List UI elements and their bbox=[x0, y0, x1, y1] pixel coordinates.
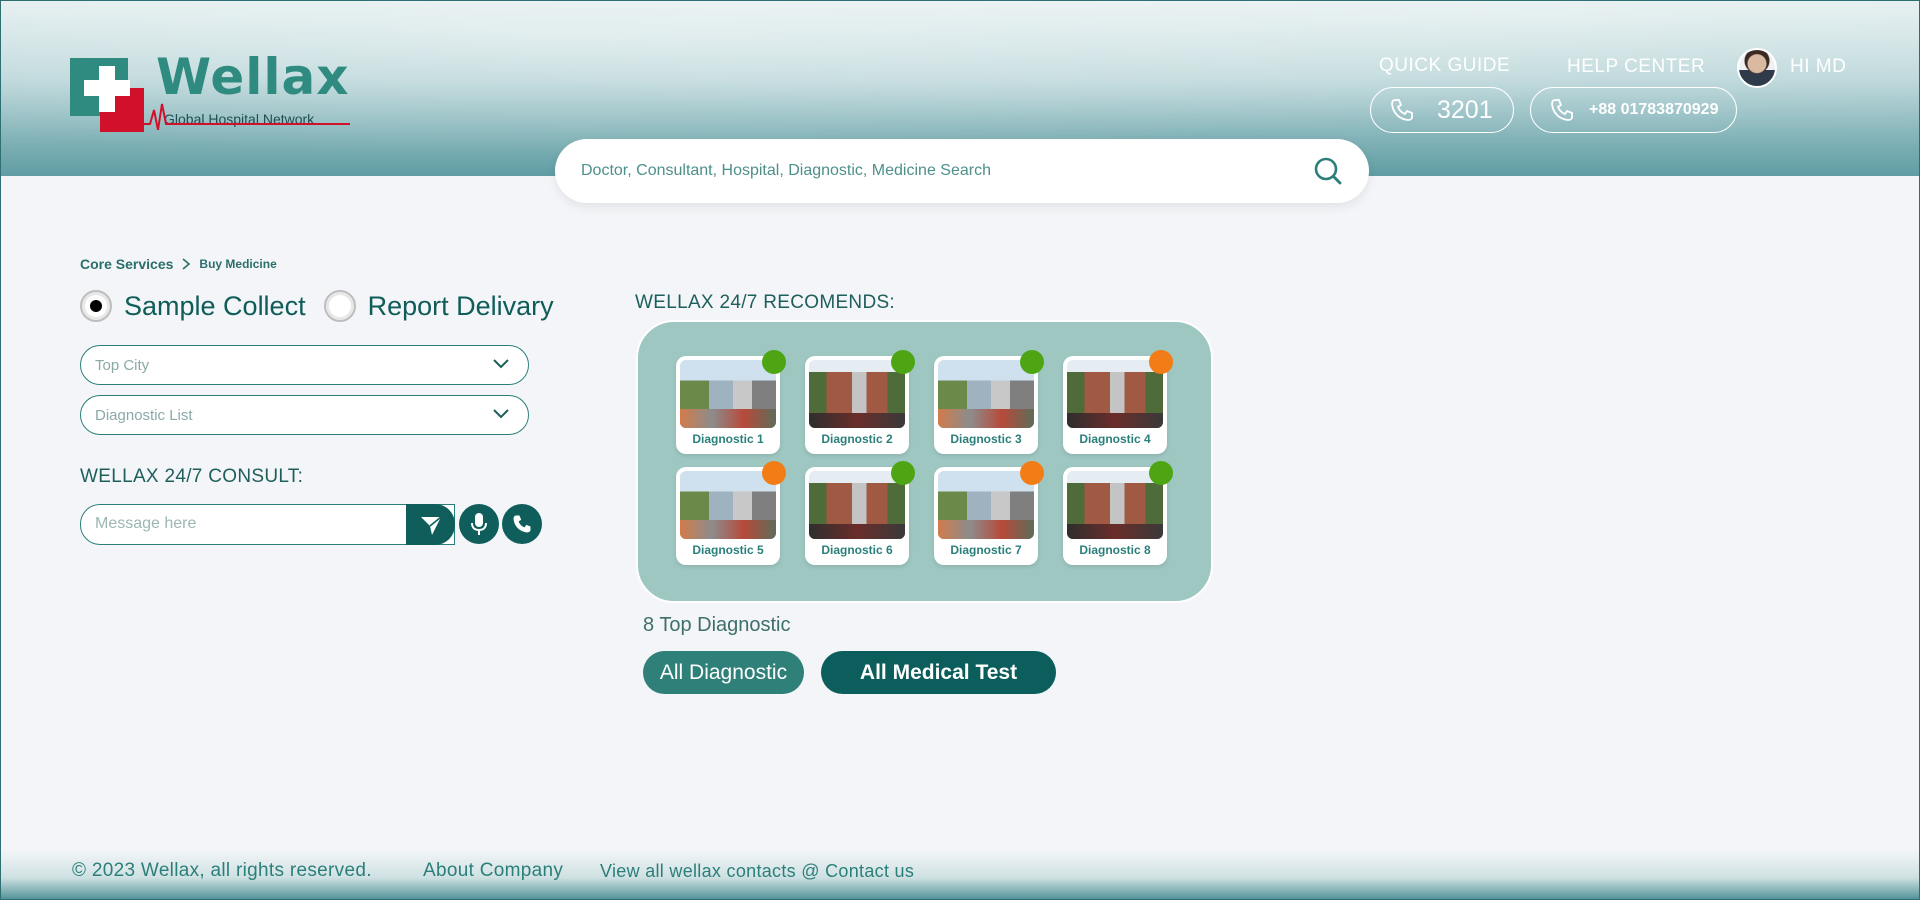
search-input[interactable] bbox=[581, 139, 1281, 203]
chevron-down-icon bbox=[493, 359, 509, 369]
status-dot bbox=[891, 350, 915, 374]
status-dot bbox=[891, 461, 915, 485]
send-button[interactable] bbox=[406, 504, 455, 545]
recommends-panel: Diagnostic 1 Diagnostic 2 Diagnostic 3 D… bbox=[636, 320, 1213, 603]
phone-icon bbox=[1551, 99, 1573, 121]
diagnostic-card[interactable]: Diagnostic 8 bbox=[1063, 461, 1173, 565]
consult-title: WELLAX 24/7 CONSULT: bbox=[80, 466, 304, 487]
diagnostic-name: Diagnostic 7 bbox=[950, 543, 1022, 557]
status-dot bbox=[1020, 461, 1044, 485]
radio-label-report-delivery[interactable]: Report Delivary bbox=[368, 291, 554, 322]
medical-cross-icon bbox=[70, 58, 144, 132]
quick-guide-number: 3201 bbox=[1437, 95, 1493, 124]
help-center-label: HELP CENTER bbox=[1567, 56, 1706, 77]
status-dot bbox=[1020, 350, 1044, 374]
diagnostic-card[interactable]: Diagnostic 4 bbox=[1063, 350, 1173, 454]
diagnostic-card[interactable]: Diagnostic 6 bbox=[805, 461, 915, 565]
status-dot bbox=[762, 461, 786, 485]
diagnostic-name: Diagnostic 3 bbox=[950, 432, 1022, 446]
diagnostic-card[interactable]: Diagnostic 2 bbox=[805, 350, 915, 454]
status-dot bbox=[1149, 350, 1173, 374]
diagnostic-image bbox=[1067, 360, 1163, 428]
diagnostic-card[interactable]: Diagnostic 5 bbox=[676, 461, 786, 565]
brand-name: Wellax bbox=[156, 48, 350, 106]
user-avatar[interactable] bbox=[1737, 48, 1777, 88]
diagnostic-image bbox=[809, 471, 905, 539]
diagnostic-card[interactable]: Diagnostic 1 bbox=[676, 350, 786, 454]
phone-icon bbox=[513, 515, 531, 533]
contact-us-link[interactable]: View all wellax contacts @ Contact us bbox=[600, 861, 914, 882]
diagnostic-name: Diagnostic 1 bbox=[692, 432, 764, 446]
diagnostic-name: Diagnostic 8 bbox=[1079, 543, 1151, 557]
help-center-number: +88 01783870929 bbox=[1589, 101, 1719, 118]
copyright-text: © 2023 Wellax, all rights reserved. bbox=[72, 860, 372, 881]
diagnostic-image bbox=[938, 471, 1034, 539]
diagnostic-list-select[interactable]: Diagnostic List bbox=[80, 395, 529, 435]
diagnostic-name: Diagnostic 6 bbox=[821, 543, 893, 557]
radio-report-delivery[interactable] bbox=[323, 290, 356, 322]
diagnostic-image bbox=[809, 360, 905, 428]
ecg-line-icon bbox=[140, 103, 350, 130]
breadcrumb-current: Buy Medicine bbox=[199, 257, 277, 271]
search-icon[interactable] bbox=[1313, 156, 1343, 186]
service-radio-group: Sample Collect Report Delivary bbox=[80, 290, 572, 322]
message-input[interactable] bbox=[81, 505, 401, 543]
diagnostic-card[interactable]: Diagnostic 7 bbox=[934, 461, 1044, 565]
all-medical-test-button[interactable]: All Medical Test bbox=[821, 651, 1056, 694]
recommends-title: WELLAX 24/7 RECOMENDS: bbox=[635, 292, 896, 313]
send-icon bbox=[420, 515, 442, 535]
top-city-select[interactable]: Top City bbox=[80, 345, 529, 385]
status-dot bbox=[1149, 461, 1173, 485]
help-center-button[interactable]: +88 01783870929 bbox=[1530, 87, 1737, 133]
chevron-right-icon bbox=[182, 258, 191, 270]
status-dot bbox=[762, 350, 786, 374]
top-diagnostic-count: 8 Top Diagnostic bbox=[643, 614, 791, 636]
brand-logo[interactable]: Wellax Global Hospital Network bbox=[70, 48, 350, 136]
chevron-down-icon bbox=[493, 409, 509, 419]
diagnostic-card[interactable]: Diagnostic 3 bbox=[934, 350, 1044, 454]
radio-label-sample-collect[interactable]: Sample Collect bbox=[124, 291, 306, 322]
diagnostic-name: Diagnostic 4 bbox=[1079, 432, 1151, 446]
diagnostic-image bbox=[938, 360, 1034, 428]
all-diagnostic-button[interactable]: All Diagnostic bbox=[643, 651, 804, 694]
top-city-placeholder: Top City bbox=[95, 356, 150, 374]
call-button[interactable] bbox=[502, 504, 542, 544]
diagnostic-list-placeholder: Diagnostic List bbox=[95, 406, 193, 424]
diagnostic-image bbox=[680, 360, 776, 428]
phone-icon bbox=[1391, 99, 1413, 121]
radio-sample-collect[interactable] bbox=[80, 290, 112, 322]
microphone-icon bbox=[471, 513, 487, 535]
message-box bbox=[80, 504, 455, 545]
user-greeting[interactable]: HI MD bbox=[1790, 56, 1846, 78]
diagnostic-name: Diagnostic 2 bbox=[821, 432, 893, 446]
quick-guide-label: QUICK GUIDE bbox=[1379, 55, 1511, 76]
about-company-link[interactable]: About Company bbox=[423, 860, 563, 882]
diagnostic-name: Diagnostic 5 bbox=[692, 543, 764, 557]
breadcrumb: Core Services Buy Medicine bbox=[80, 256, 277, 272]
search-bar bbox=[555, 139, 1369, 203]
breadcrumb-parent[interactable]: Core Services bbox=[80, 256, 173, 272]
voice-button[interactable] bbox=[459, 504, 499, 544]
diagnostic-image bbox=[1067, 471, 1163, 539]
diagnostic-image bbox=[680, 471, 776, 539]
quick-guide-button[interactable]: 3201 bbox=[1370, 87, 1514, 133]
